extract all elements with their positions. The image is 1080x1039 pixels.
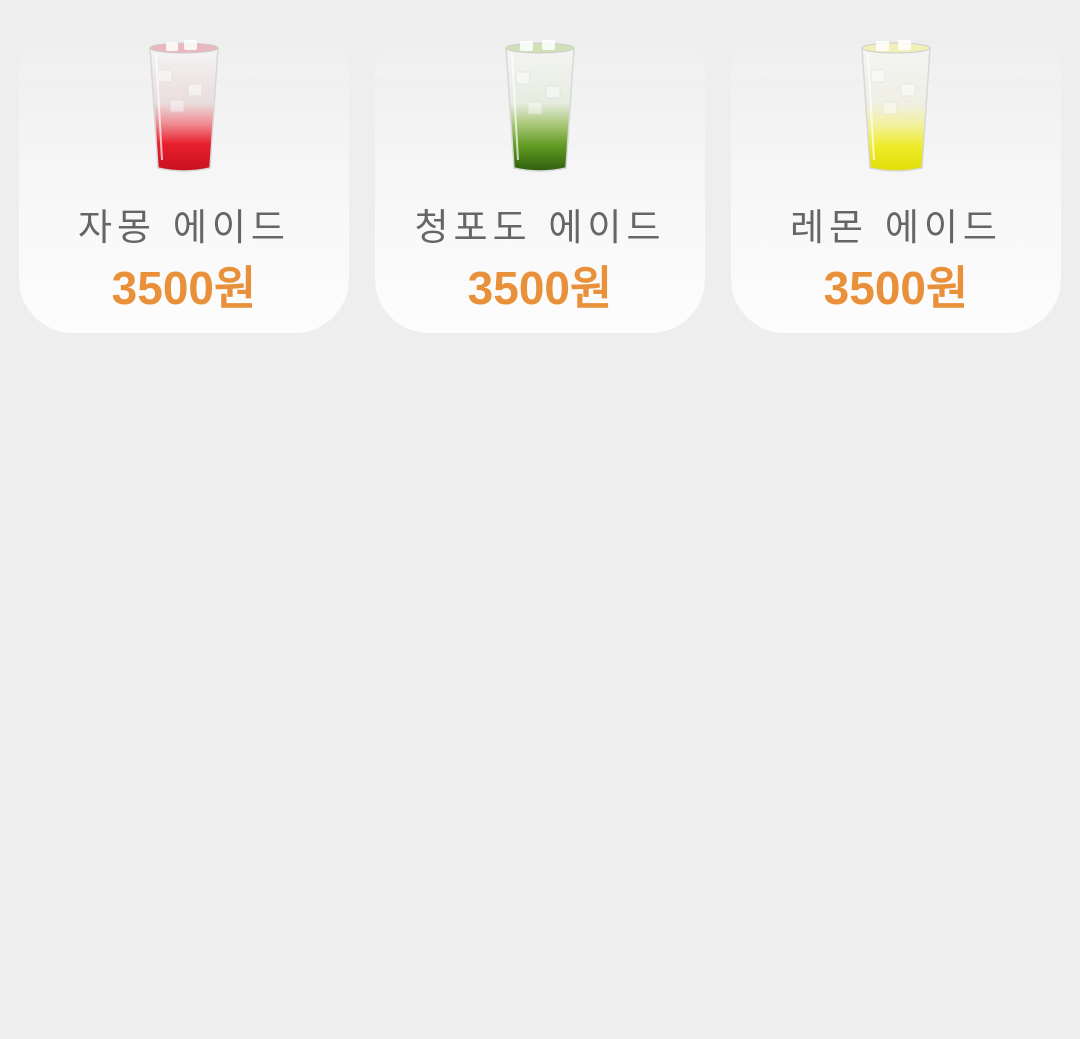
menu-item-lemon-ade[interactable]: 레몬 에이드 3500원 xyxy=(731,38,1061,333)
menu-grid: 자몽 에이드 3500원 청포도 에이드 3500원 레몬 에이드 3500원 xyxy=(0,0,1080,340)
green-grape-ade-drink-icon xyxy=(505,40,575,172)
lemon-ade-drink-icon xyxy=(861,40,931,172)
menu-item-price: 3500원 xyxy=(111,262,257,314)
menu-item-name: 자몽 에이드 xyxy=(78,206,290,249)
menu-item-name: 청포도 에이드 xyxy=(414,206,666,249)
menu-item-grapefruit-ade[interactable]: 자몽 에이드 3500원 xyxy=(19,38,349,333)
grapefruit-ade-drink-icon xyxy=(149,40,219,172)
menu-item-price: 3500원 xyxy=(823,262,969,314)
menu-item-price: 3500원 xyxy=(467,262,613,314)
menu-item-name: 레몬 에이드 xyxy=(790,206,1002,249)
menu-item-green-grape-ade[interactable]: 청포도 에이드 3500원 xyxy=(375,38,705,333)
